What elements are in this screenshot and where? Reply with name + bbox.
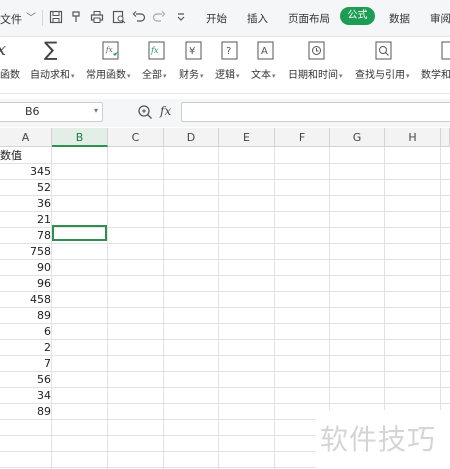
cell-a2[interactable]: 345 bbox=[0, 163, 51, 180]
cell-a10[interactable]: 458 bbox=[0, 291, 51, 308]
svg-text:fx: fx bbox=[150, 46, 159, 55]
math-icon bbox=[441, 41, 450, 60]
cell-a9[interactable]: 96 bbox=[0, 275, 51, 292]
datetime-icon bbox=[308, 41, 325, 60]
sum-icon: ∑ bbox=[44, 37, 58, 61]
print-icon[interactable] bbox=[89, 8, 105, 26]
fx-icon: x bbox=[0, 39, 6, 60]
undo-icon[interactable] bbox=[131, 8, 147, 26]
finance-button[interactable]: ¥ 财务▾ bbox=[179, 37, 213, 93]
cell-a15[interactable]: 56 bbox=[0, 371, 51, 388]
formula-input[interactable] bbox=[181, 102, 450, 122]
cell-a5[interactable]: 21 bbox=[0, 211, 51, 228]
cell-a6[interactable]: 78 bbox=[0, 227, 51, 244]
chevron-down-icon: ▾ bbox=[406, 72, 410, 80]
column-header-c[interactable]: C bbox=[108, 128, 164, 147]
formula-bar: B6 ▾ fx bbox=[0, 99, 450, 127]
cell-a14[interactable]: 7 bbox=[0, 355, 51, 372]
logic-button[interactable]: ? 逻辑▾ bbox=[215, 37, 249, 93]
cell-a11[interactable]: 89 bbox=[0, 307, 51, 324]
chevron-down-icon: ▾ bbox=[163, 72, 167, 80]
chevron-down-icon: ▾ bbox=[200, 72, 204, 80]
ribbon: x 函数 ∑ 自动求和▾ fx 常用函数▾ fx 全部▾ ¥ 财务▾ ? 逻辑▾… bbox=[0, 37, 450, 94]
svg-text:A: A bbox=[261, 46, 268, 57]
fx-icon[interactable]: fx bbox=[160, 104, 171, 118]
column-header-b[interactable]: B bbox=[52, 128, 108, 147]
lookup-icon bbox=[375, 41, 392, 60]
cell-a3[interactable]: 52 bbox=[0, 179, 51, 196]
all-functions-button[interactable]: fx 全部▾ bbox=[142, 37, 178, 93]
chevron-down-icon: ▾ bbox=[127, 72, 131, 80]
file-menu[interactable]: 文件 bbox=[0, 11, 22, 27]
column-header-e[interactable]: E bbox=[219, 128, 275, 147]
chevron-down-icon[interactable]: ﹀ bbox=[26, 9, 36, 24]
selected-cell-b6[interactable] bbox=[52, 225, 107, 241]
tab-formula[interactable]: 公式 bbox=[340, 7, 375, 25]
svg-text:¥: ¥ bbox=[189, 46, 195, 57]
chevron-down-icon: ▾ bbox=[71, 72, 75, 80]
tab-home[interactable]: 开始 bbox=[206, 11, 227, 26]
cell-a16[interactable]: 34 bbox=[0, 387, 51, 404]
menu-bar: 文件 ﹀ 开始 插入 页面布局 公式 数据 审阅 bbox=[0, 0, 450, 37]
cell-a12[interactable]: 6 bbox=[0, 323, 51, 340]
redo-icon[interactable] bbox=[151, 8, 167, 26]
column-header-g[interactable]: G bbox=[330, 128, 385, 147]
common-function-button[interactable]: fx 常用函数▾ bbox=[86, 37, 138, 93]
cell-a13[interactable]: 2 bbox=[0, 339, 51, 356]
tab-insert[interactable]: 插入 bbox=[247, 11, 268, 26]
column-header-f[interactable]: F bbox=[275, 128, 330, 147]
column-header-a[interactable]: A bbox=[0, 128, 52, 147]
chevron-down-icon[interactable]: ▾ bbox=[94, 106, 98, 115]
tab-review[interactable]: 审阅 bbox=[430, 11, 450, 26]
chevron-down-icon: ▾ bbox=[272, 72, 276, 80]
zoom-icon[interactable] bbox=[137, 104, 153, 120]
print-preview-icon[interactable] bbox=[111, 8, 127, 26]
math-button[interactable]: 数学和 bbox=[421, 37, 450, 93]
lookup-button[interactable]: 查找与引用▾ bbox=[355, 37, 417, 93]
datetime-button[interactable]: 日期和时间▾ bbox=[288, 37, 348, 93]
more-icon[interactable] bbox=[173, 8, 189, 26]
logic-icon: ? bbox=[221, 41, 238, 60]
chevron-down-icon: ▾ bbox=[339, 72, 343, 80]
cell-a17[interactable]: 89 bbox=[0, 403, 51, 420]
save-icon[interactable] bbox=[48, 8, 64, 26]
column-header-h[interactable]: H bbox=[385, 128, 441, 147]
insert-function-button[interactable]: x 函数 bbox=[0, 37, 22, 93]
common-function-icon: fx bbox=[102, 41, 119, 60]
text-button[interactable]: A 文本▾ bbox=[251, 37, 285, 93]
cell-a8[interactable]: 90 bbox=[0, 259, 51, 276]
cell-a1[interactable]: 数值 bbox=[0, 147, 51, 164]
text-icon: A bbox=[257, 41, 274, 60]
cell-a7[interactable]: 758 bbox=[0, 243, 51, 260]
format-painter-icon[interactable] bbox=[69, 8, 85, 26]
tab-data[interactable]: 数据 bbox=[389, 11, 410, 26]
column-header-d[interactable]: D bbox=[164, 128, 219, 147]
autosum-button[interactable]: ∑ 自动求和▾ bbox=[30, 37, 80, 93]
svg-text:?: ? bbox=[226, 46, 231, 57]
cell-a4[interactable]: 36 bbox=[0, 195, 51, 212]
finance-icon: ¥ bbox=[185, 41, 202, 60]
all-functions-icon: fx bbox=[148, 41, 165, 60]
chevron-down-icon: ▾ bbox=[236, 72, 240, 80]
column-header-i[interactable] bbox=[441, 128, 450, 147]
watermark: 软件技巧 bbox=[316, 410, 450, 469]
tab-page-layout[interactable]: 页面布局 bbox=[288, 11, 330, 26]
svg-text:fx: fx bbox=[105, 46, 113, 54]
name-box[interactable]: B6 ▾ bbox=[0, 102, 103, 122]
divider bbox=[42, 10, 43, 26]
